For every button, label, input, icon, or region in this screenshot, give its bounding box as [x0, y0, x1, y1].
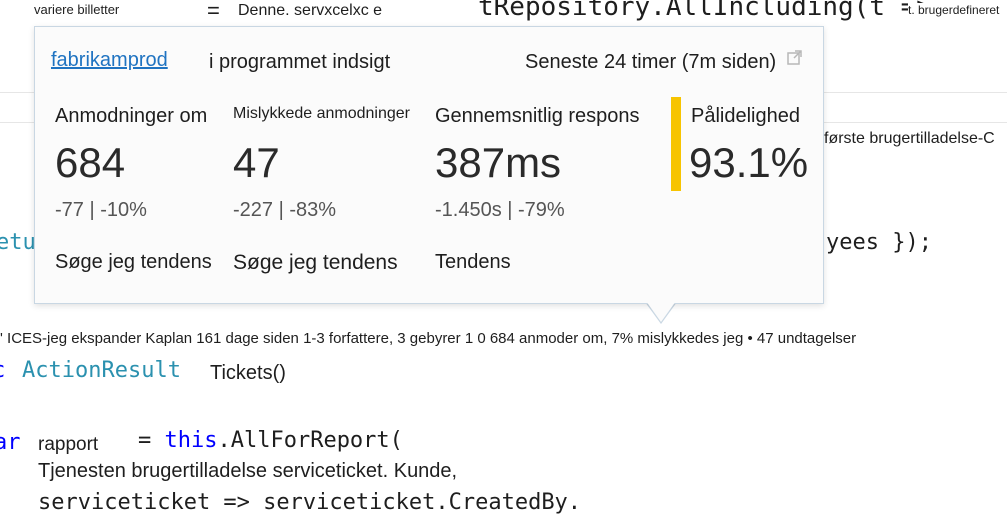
- top-label: Denne. servxcelxc e: [238, 2, 383, 20]
- metric-delta-response: -1.450s | -79%: [435, 199, 565, 221]
- trend-link-failed[interactable]: Søge jeg tendens: [233, 251, 398, 275]
- metric-value-failed: 47: [233, 139, 280, 186]
- top-right-label: t. brugerdefineret: [908, 3, 1000, 17]
- trend-link-requests[interactable]: Søge jeg tendens: [55, 251, 212, 274]
- comment-line: Tjenesten brugertilladelse serviceticket…: [38, 460, 458, 483]
- metric-title-reliability: Pålidelighed: [691, 105, 800, 127]
- metric-delta-failed: -227 | -83%: [233, 199, 337, 221]
- trend-link-response[interactable]: Tendens: [435, 251, 511, 274]
- method-name: Tickets(): [210, 362, 286, 385]
- app-name-link[interactable]: fabrikamprod: [51, 49, 168, 71]
- metric-title-response: Gennemsnitlig respons: [435, 105, 640, 127]
- metric-value-requests: 684: [55, 139, 126, 186]
- application-insights-popup: fabrikamprod i programmet indsigt Senest…: [34, 26, 824, 304]
- metric-value-reliability: 93.1%: [689, 139, 809, 186]
- modifier-keyword-fragment: c: [0, 358, 5, 383]
- equals-sign: =: [207, 0, 220, 23]
- right-label: første brugertilladelse-C: [824, 130, 995, 148]
- time-range: Seneste 24 timer (7m siden): [525, 51, 777, 73]
- app-suffix: i programmet indsigt: [209, 51, 391, 73]
- action-result-type: ActionResult: [22, 358, 181, 383]
- metric-title-failed: Mislykkede anmodninger: [233, 105, 410, 122]
- top-left-label: variere billetter: [34, 2, 120, 17]
- popup-pointer-fill: [646, 301, 676, 322]
- assignment-code: = this.AllForReport(: [138, 428, 403, 453]
- metric-delta-requests: -77 | -10%: [55, 199, 147, 221]
- variable-name: rapport: [38, 434, 99, 456]
- codelens-line[interactable]: ' ICES-jeg ekspander Kaplan 161 dage sid…: [0, 330, 857, 347]
- reliability-indicator-bar: [671, 97, 681, 191]
- bottom-code-line: serviceticket => serviceticket.CreatedBy…: [38, 490, 582, 515]
- metric-title-requests: Anmodninger om: [55, 105, 208, 127]
- top-code-line: tRepository.AllIncluding(t =>: [478, 0, 932, 22]
- code-fragment: yees });: [826, 230, 932, 255]
- open-external-icon[interactable]: [787, 49, 803, 65]
- metric-value-response: 387ms: [435, 139, 562, 186]
- var-keyword-fragment: ar: [0, 430, 21, 455]
- return-keyword-fragment: etu: [0, 230, 36, 255]
